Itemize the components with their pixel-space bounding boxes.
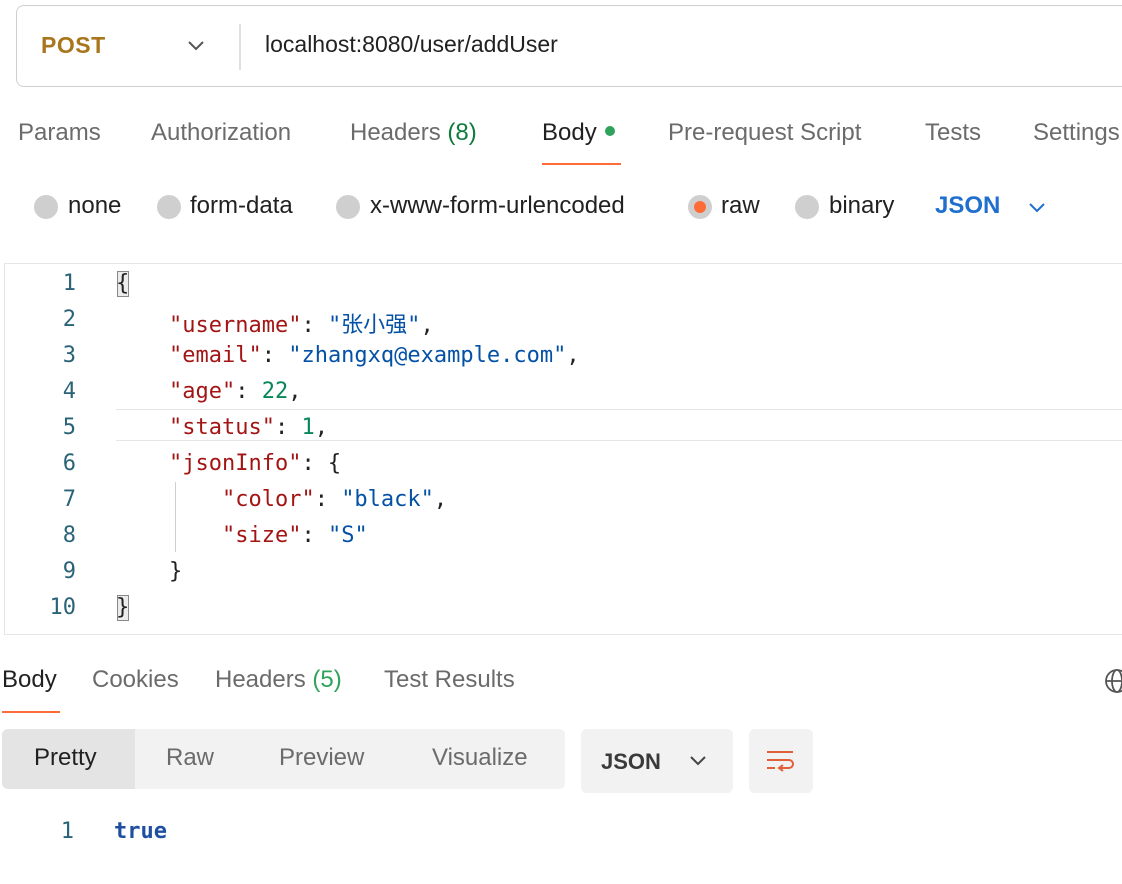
radio-none-label[interactable]: none <box>68 192 121 220</box>
code-line: "username": "张小强", <box>168 313 434 338</box>
response-line-number: 1 <box>60 819 74 844</box>
code-line: "size": "S" <box>221 523 368 548</box>
view-visualize[interactable]: Visualize <box>432 744 528 772</box>
line-number: 4 <box>62 379 76 404</box>
line-number: 1 <box>62 271 76 296</box>
globe-icon[interactable] <box>1102 666 1122 696</box>
code-line: "age": 22, <box>168 379 302 404</box>
body-language-select[interactable]: JSON <box>935 192 1000 220</box>
response-tab-cookies[interactable]: Cookies <box>92 666 179 694</box>
url-divider <box>239 24 241 70</box>
tab-headers-label: Headers <box>350 119 441 146</box>
radio-form-data-label[interactable]: form-data <box>190 192 293 220</box>
tab-authorization-label: Authorization <box>151 119 292 146</box>
response-tab-test-results[interactable]: Test Results <box>384 666 515 694</box>
line-number: 8 <box>62 523 76 548</box>
radio-raw-label[interactable]: raw <box>721 192 760 220</box>
code-line: } <box>116 595 130 620</box>
line-number: 10 <box>49 595 77 620</box>
response-headers-count: (5) <box>312 666 342 693</box>
tab-pre-request-script[interactable]: Pre-request Script <box>668 119 861 147</box>
line-number: 5 <box>62 415 76 440</box>
tab-tests-label: Tests <box>925 119 982 146</box>
wrap-lines-icon <box>767 751 794 772</box>
line-number: 9 <box>62 559 76 584</box>
tab-authorization[interactable]: Authorization <box>151 119 291 147</box>
url-input[interactable]: localhost:8080/user/addUser <box>265 31 558 58</box>
line-number: 3 <box>62 343 76 368</box>
headers-count: (8) <box>447 119 477 146</box>
response-tab-body[interactable]: Body <box>2 666 57 694</box>
view-pretty[interactable]: Pretty <box>34 744 97 772</box>
radio-none[interactable] <box>34 195 58 219</box>
response-tab-headers[interactable]: Headers (5) <box>215 666 342 694</box>
code-line: { <box>116 271 130 296</box>
line-number: 6 <box>62 451 76 476</box>
radio-urlencoded-label[interactable]: x-www-form-urlencoded <box>370 192 625 220</box>
tab-params-label: Params <box>18 119 101 146</box>
tab-settings-label: Settings <box>1033 119 1120 146</box>
body-modified-dot <box>604 126 615 136</box>
code-line: "jsonInfo": { <box>168 451 342 476</box>
response-value: true <box>114 819 167 844</box>
code-line: } <box>116 559 183 584</box>
tab-settings[interactable]: Settings <box>1033 119 1120 147</box>
tab-body-label: Body <box>542 119 597 146</box>
tab-headers[interactable]: Headers (8) <box>350 119 477 147</box>
radio-form-data[interactable] <box>157 195 181 219</box>
tab-params[interactable]: Params <box>18 119 101 147</box>
url-bar: POST localhost:8080/user/addUser <box>16 5 1122 87</box>
radio-binary[interactable] <box>795 195 819 219</box>
response-active-tab-indicator <box>2 711 60 713</box>
radio-raw[interactable] <box>688 195 712 219</box>
chevron-down-icon <box>690 756 706 766</box>
view-raw[interactable]: Raw <box>166 744 214 772</box>
line-number: 2 <box>62 307 76 332</box>
code-line: "status": 1, <box>168 415 328 440</box>
active-tab-indicator <box>542 163 621 165</box>
radio-binary-label[interactable]: binary <box>829 192 894 220</box>
response-format-label: JSON <box>601 749 661 774</box>
code-line: "color": "black", <box>221 487 448 512</box>
tab-pre-request-label: Pre-request Script <box>668 119 862 146</box>
code-line: "email": "zhangxq@example.com", <box>168 343 580 368</box>
tab-body[interactable]: Body <box>542 119 615 147</box>
chevron-down-icon[interactable] <box>1026 196 1048 218</box>
radio-urlencoded[interactable] <box>336 195 360 219</box>
method-select[interactable]: POST <box>41 32 106 59</box>
response-tab-headers-label: Headers <box>215 666 306 693</box>
tab-tests[interactable]: Tests <box>925 119 981 147</box>
line-number: 7 <box>62 487 76 512</box>
view-preview[interactable]: Preview <box>279 744 364 772</box>
chevron-down-icon[interactable] <box>185 34 207 56</box>
